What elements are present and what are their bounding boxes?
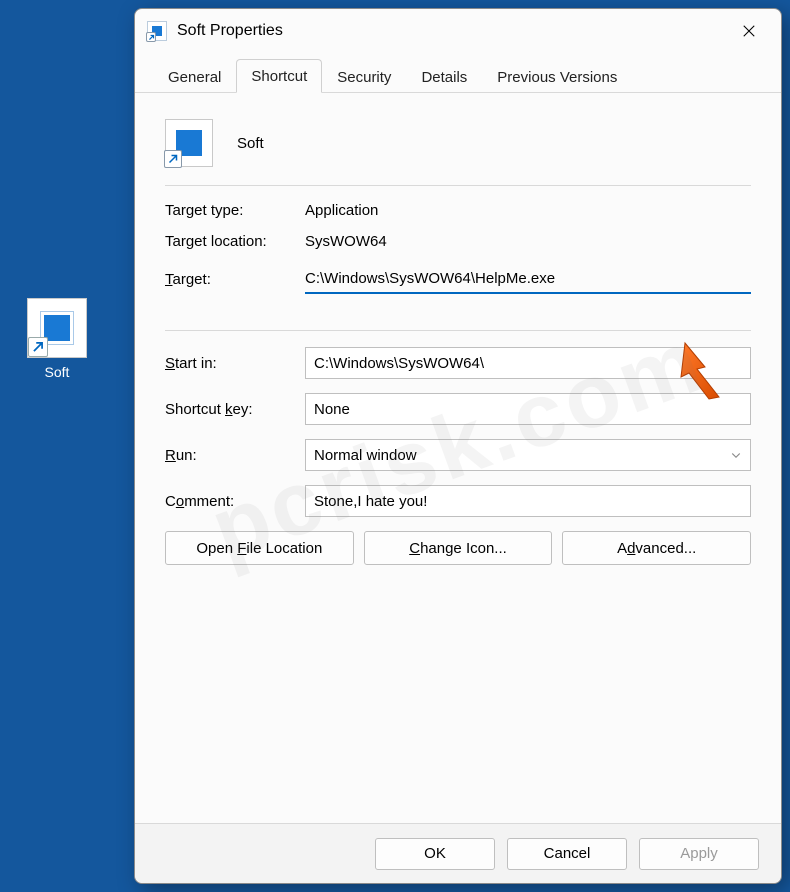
desktop-shortcut-label: Soft — [45, 364, 70, 380]
shortcut-large-icon[interactable] — [165, 119, 213, 167]
target-input[interactable] — [305, 264, 751, 294]
chevron-down-icon — [730, 449, 742, 461]
tab-security[interactable]: Security — [322, 60, 406, 93]
apply-button[interactable]: Apply — [639, 838, 759, 870]
shortcut-icon — [27, 298, 87, 358]
shortcut-key-input[interactable] — [305, 393, 751, 425]
separator — [165, 185, 751, 186]
run-select[interactable]: Normal window — [305, 439, 751, 471]
target-type-value: Application — [305, 202, 378, 219]
start-in-label: Start in: — [165, 355, 305, 372]
tab-general[interactable]: General — [153, 60, 236, 93]
ok-button[interactable]: OK — [375, 838, 495, 870]
target-location-label: Target location: — [165, 233, 305, 250]
shortcut-key-label: Shortcut key: — [165, 401, 305, 418]
run-select-value: Normal window — [314, 447, 417, 464]
titlebar-shortcut-icon — [147, 21, 167, 41]
comment-label: Comment: — [165, 493, 305, 510]
advanced-button[interactable]: Advanced... — [562, 531, 751, 565]
tab-previous-versions[interactable]: Previous Versions — [482, 60, 632, 93]
change-icon-button[interactable]: Change Icon... — [364, 531, 553, 565]
tab-strip: General Shortcut Security Details Previo… — [135, 53, 781, 93]
comment-input[interactable] — [305, 485, 751, 517]
close-icon — [742, 24, 756, 38]
titlebar: Soft Properties — [135, 9, 781, 53]
shortcut-name: Soft — [237, 135, 264, 152]
close-button[interactable] — [729, 11, 769, 51]
dialog-title: Soft Properties — [177, 22, 283, 40]
tab-content: Soft Target type: Application Target loc… — [135, 93, 781, 823]
target-type-label: Target type: — [165, 202, 305, 219]
target-location-value: SysWOW64 — [305, 233, 387, 250]
desktop-shortcut-soft[interactable]: Soft — [18, 298, 96, 380]
tab-details[interactable]: Details — [406, 60, 482, 93]
separator — [165, 330, 751, 331]
start-in-input[interactable] — [305, 347, 751, 379]
cancel-button[interactable]: Cancel — [507, 838, 627, 870]
open-file-location-button[interactable]: Open File Location — [165, 531, 354, 565]
target-label: Target: — [165, 271, 305, 288]
run-label: Run: — [165, 447, 305, 464]
tab-shortcut[interactable]: Shortcut — [236, 59, 322, 93]
dialog-footer: OK Cancel Apply — [135, 823, 781, 883]
properties-dialog: Soft Properties General Shortcut Securit… — [134, 8, 782, 884]
